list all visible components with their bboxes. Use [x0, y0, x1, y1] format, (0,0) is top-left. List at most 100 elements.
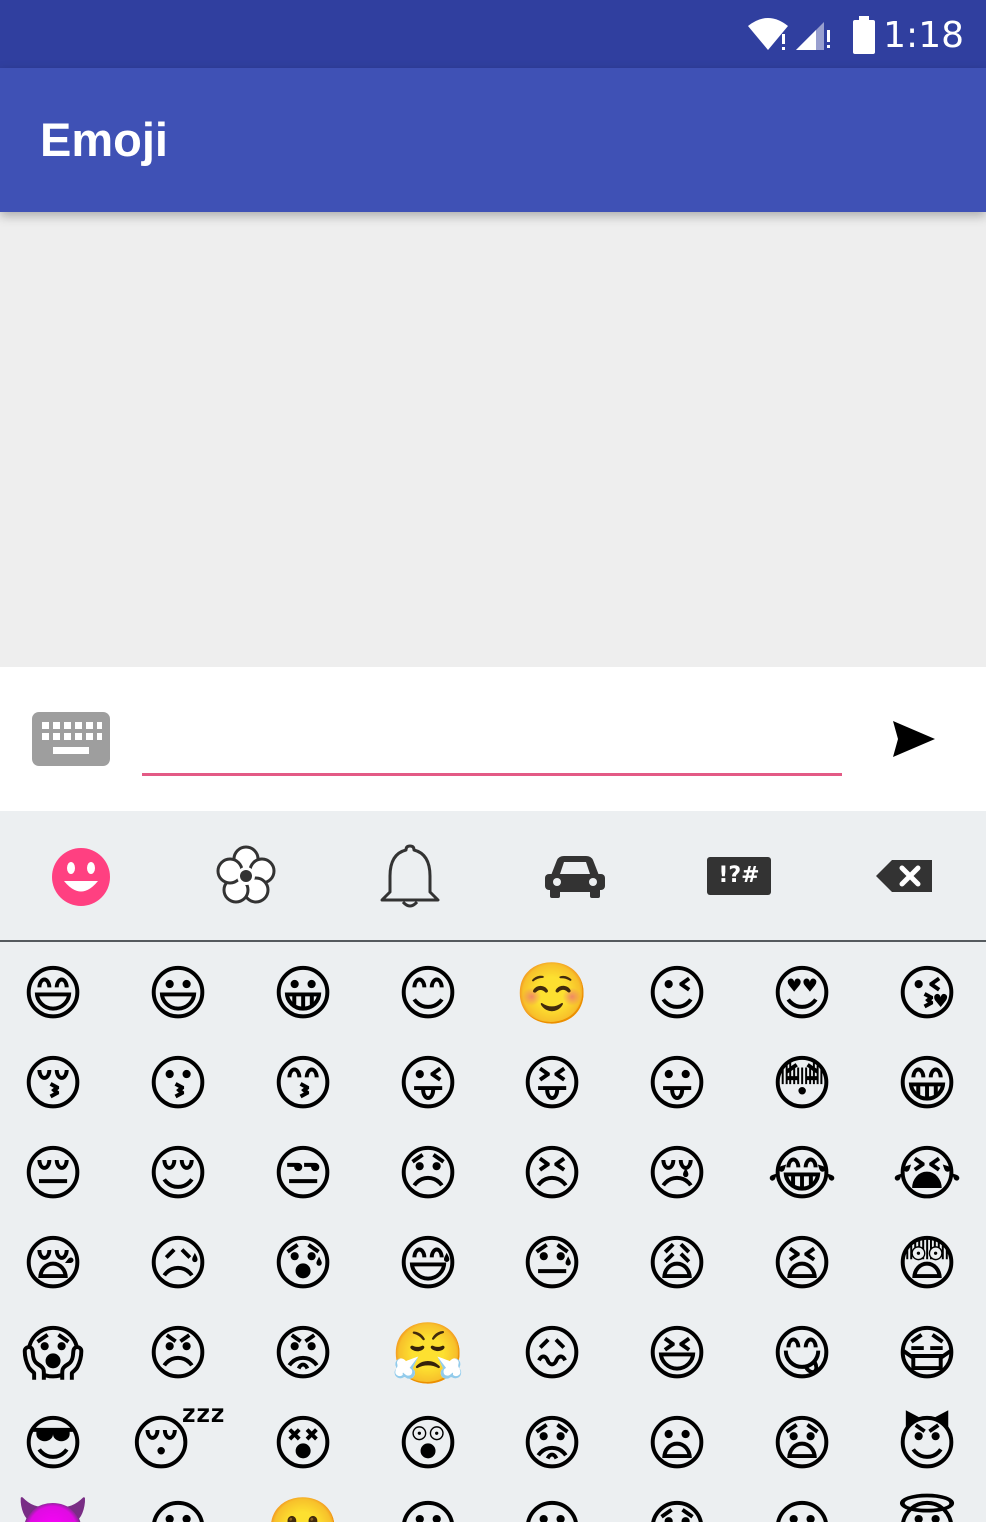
emoji-key[interactable]: 😐: [373, 1486, 483, 1522]
status-bar: 1:18: [0, 0, 986, 68]
send-icon[interactable]: [890, 718, 938, 760]
emoji-key[interactable]: 😚: [0, 1041, 108, 1127]
emoji-key[interactable]: 😤: [373, 1311, 483, 1397]
emoji-key[interactable]: 😂: [747, 1131, 857, 1217]
battery-icon: [853, 16, 875, 54]
emoji-glyph: 😈: [895, 1409, 959, 1479]
emoji-key[interactable]: 😮: [123, 1486, 233, 1522]
emoji-key[interactable]: 😇: [872, 1486, 982, 1522]
emoji-key[interactable]: 😃: [123, 951, 233, 1037]
flower-icon[interactable]: [211, 840, 281, 912]
emoji-key[interactable]: 😡: [248, 1311, 358, 1397]
emoji-key[interactable]: 😰: [248, 1221, 358, 1307]
emoji-key[interactable]: 😝: [497, 1041, 607, 1127]
emoji-glyph: 😩: [645, 1229, 709, 1299]
emoji-grid: 😄 😃 😀 😊 ☺️ 😉 😍 😘 😚 😗 😙 😜 😝 😛 😳 😁 😔 😌 😒 😞 😣 😢 😂 😭 😪 😥 😰 😅 😓 😩 😫 😨 😱 😠 😡 😤 😖 😆 😋…: [0, 942, 986, 1522]
emoji-key[interactable]: 😣: [497, 1131, 607, 1217]
emoji-key[interactable]: 😒: [248, 1131, 358, 1217]
emoji-key[interactable]: 😕: [497, 1486, 607, 1522]
emoji-key[interactable]: 😬: [248, 1486, 358, 1522]
emoji-glyph: 😳: [770, 1049, 834, 1119]
emoji-key[interactable]: 😙: [248, 1041, 358, 1127]
message-input[interactable]: [142, 712, 842, 776]
emoji-key[interactable]: 😄: [0, 951, 108, 1037]
emoji-key[interactable]: 😆: [622, 1311, 732, 1397]
emoji-key[interactable]: 😞: [373, 1131, 483, 1217]
emoji-key[interactable]: 😓: [497, 1221, 607, 1307]
emoji-key[interactable]: 😨: [872, 1221, 982, 1307]
emoji-glyph: 😒: [271, 1139, 335, 1209]
emoji-key[interactable]: 😟: [497, 1401, 607, 1487]
emoji-glyph: 😡: [271, 1319, 335, 1389]
emoji-key[interactable]: 😍: [747, 951, 857, 1037]
emoji-key[interactable]: 😈: [872, 1401, 982, 1487]
emoji-key[interactable]: 😷: [872, 1311, 982, 1397]
message-list-area: [0, 212, 986, 667]
emoji-glyph: 😛: [645, 1049, 709, 1119]
emoji-glyph: 😱: [21, 1319, 85, 1389]
emoji-key[interactable]: 😁: [872, 1041, 982, 1127]
emoji-key[interactable]: 😳: [747, 1041, 857, 1127]
emoji-key[interactable]: 👿: [0, 1486, 108, 1522]
emoji-key[interactable]: 😩: [622, 1221, 732, 1307]
emoji-glyph: 😷: [895, 1319, 959, 1389]
emoji-key[interactable]: 😛: [622, 1041, 732, 1127]
emoji-glyph: 😌: [146, 1139, 210, 1209]
emoji-glyph: 😇: [896, 1491, 959, 1522]
emoji-glyph: 😎: [21, 1409, 85, 1479]
emoji-key[interactable]: 😉: [622, 951, 732, 1037]
emoji-key[interactable]: 😯: [622, 1486, 732, 1522]
car-icon[interactable]: [540, 840, 610, 912]
emoji-key[interactable]: 😲: [373, 1401, 483, 1487]
backspace-icon[interactable]: [870, 840, 940, 912]
emoji-key[interactable]: 😦: [622, 1401, 732, 1487]
emoji-glyph: 😕: [521, 1491, 584, 1522]
emoji-key[interactable]: 😌: [123, 1131, 233, 1217]
emoji-glyph: 😜: [396, 1049, 460, 1119]
status-time: 1:18: [883, 15, 964, 56]
emoji-glyph: 😅: [396, 1229, 460, 1299]
emoji-key[interactable]: 😔: [0, 1131, 108, 1217]
emoji-glyph: 😝: [520, 1049, 584, 1119]
emoji-key[interactable]: 😠: [123, 1311, 233, 1397]
emoji-key[interactable]: 😧: [747, 1401, 857, 1487]
emoji-glyph: 😗: [146, 1049, 210, 1119]
emoji-glyph: 😬: [266, 1491, 341, 1522]
emoji-key[interactable]: 😱: [0, 1311, 108, 1397]
emoji-key[interactable]: 😭: [872, 1131, 982, 1217]
emoji-key[interactable]: 😥: [123, 1221, 233, 1307]
smiley-icon[interactable]: [46, 840, 116, 912]
emoji-glyph: 😯: [646, 1491, 709, 1522]
emoji-key[interactable]: 😊: [373, 951, 483, 1037]
keyboard-icon[interactable]: [32, 712, 110, 766]
emoji-glyph: 😞: [396, 1139, 460, 1209]
emoji-glyph: 😂: [766, 1139, 838, 1209]
emoji-glyph: 😲: [396, 1409, 460, 1479]
emoji-glyph: 😘: [895, 959, 959, 1029]
emoji-key[interactable]: 😋: [747, 1311, 857, 1397]
emoji-key[interactable]: 😗: [123, 1041, 233, 1127]
emoji-glyph: 😠: [146, 1319, 210, 1389]
emoji-key[interactable]: 😎: [0, 1401, 108, 1487]
emoji-key[interactable]: 😴: [123, 1401, 233, 1487]
emoji-key[interactable]: 😅: [373, 1221, 483, 1307]
bell-icon[interactable]: [375, 840, 445, 912]
emoji-glyph: 😫: [770, 1229, 834, 1299]
symbols-icon[interactable]: !?#: [704, 840, 774, 912]
emoji-key[interactable]: 😶: [747, 1486, 857, 1522]
emoji-key[interactable]: 😘: [872, 951, 982, 1037]
emoji-key[interactable]: 😫: [747, 1221, 857, 1307]
emoji-glyph: 😋: [770, 1319, 834, 1389]
emoji-key[interactable]: 😪: [0, 1221, 108, 1307]
emoji-key[interactable]: 😖: [497, 1311, 607, 1397]
emoji-glyph: 😉: [645, 959, 709, 1029]
emoji-key[interactable]: ☺️: [497, 951, 607, 1037]
emoji-glyph: 👿: [16, 1491, 91, 1522]
emoji-key[interactable]: 😜: [373, 1041, 483, 1127]
emoji-glyph: 😚: [21, 1049, 85, 1119]
emoji-key[interactable]: 😢: [622, 1131, 732, 1217]
emoji-glyph: 😵: [271, 1409, 335, 1479]
emoji-key[interactable]: 😵: [248, 1401, 358, 1487]
emoji-glyph: 😐: [397, 1491, 460, 1522]
emoji-key[interactable]: 😀: [248, 951, 358, 1037]
